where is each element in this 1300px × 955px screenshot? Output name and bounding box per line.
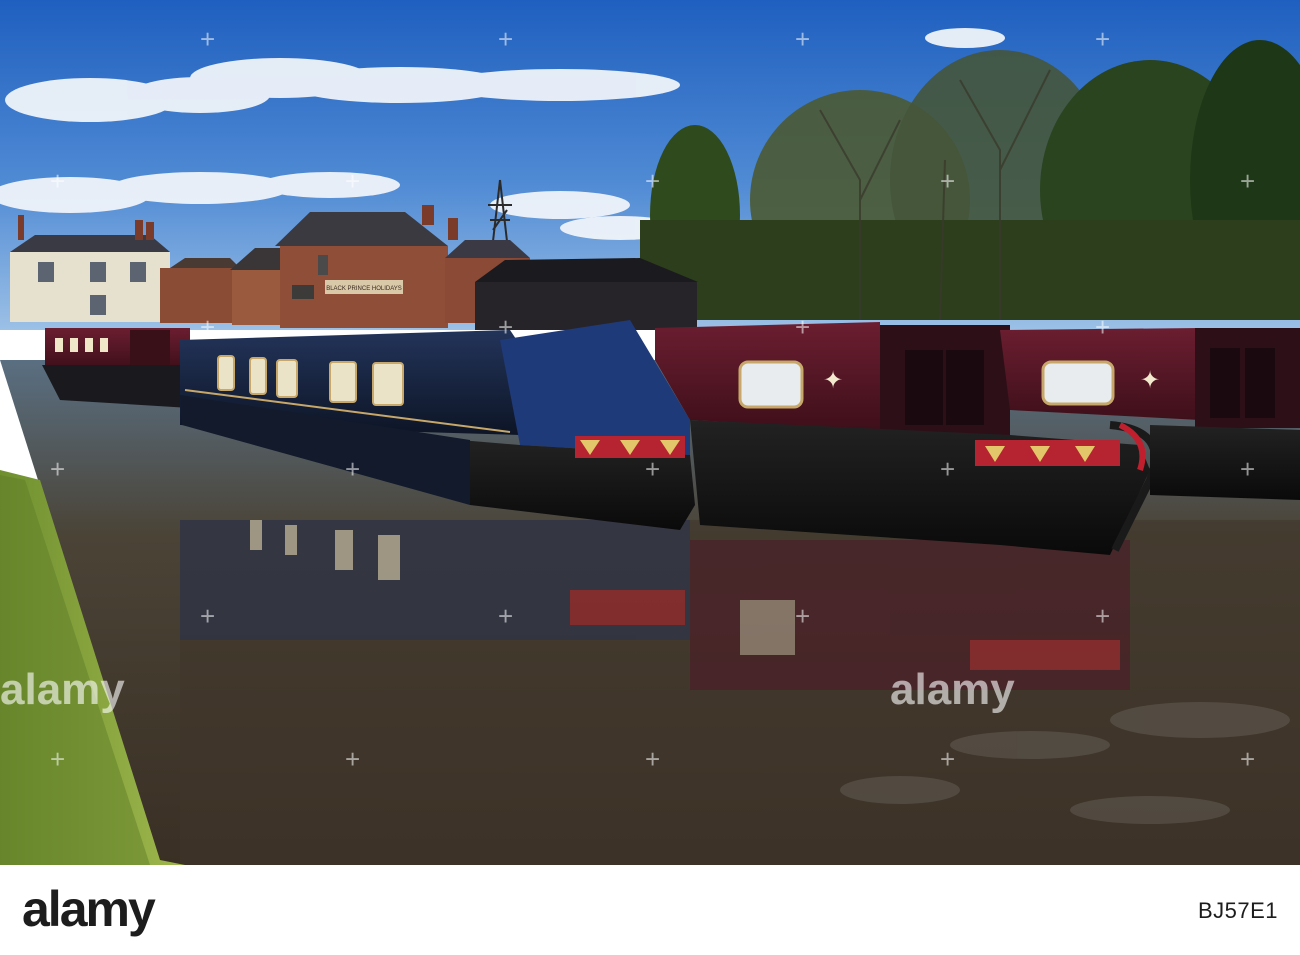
svg-text:✦: ✦ [1140, 367, 1160, 394]
watermark-plus: + [1095, 312, 1110, 342]
image-id: BJ57E1 [1197, 898, 1278, 923]
footer-bar [0, 865, 1300, 955]
watermark-plus: + [795, 24, 810, 54]
watermark-plus: + [645, 166, 660, 196]
watermark-plus: + [940, 744, 955, 774]
alamy-logo-text: alamy [22, 881, 156, 937]
watermark-plus: + [1095, 24, 1110, 54]
canal-photo: BLACK PRINCE HOLIDAYS ✦ ✦ + + + + + + + … [0, 0, 1300, 865]
watermark-plus: + [645, 744, 660, 774]
watermark-plus: + [345, 454, 360, 484]
building-sign: BLACK PRINCE HOLIDAYS [326, 286, 402, 292]
watermark-plus: + [345, 744, 360, 774]
watermark-logo: alamy [0, 665, 125, 714]
watermark-plus: + [1240, 744, 1255, 774]
watermark-plus: + [200, 24, 215, 54]
watermark-plus: + [795, 601, 810, 631]
watermark-plus: + [1095, 601, 1110, 631]
watermark-plus: + [50, 454, 65, 484]
watermark-plus: + [645, 454, 660, 484]
watermark-plus: + [50, 166, 65, 196]
watermark-plus: + [1240, 454, 1255, 484]
watermark-plus: + [200, 601, 215, 631]
watermark-logo: alamy [890, 665, 1015, 714]
watermark-plus: + [345, 166, 360, 196]
watermark-plus: + [795, 312, 810, 342]
far-narrowboat [42, 328, 195, 408]
watermark-plus: + [498, 24, 513, 54]
stock-photo-page: BLACK PRINCE HOLIDAYS ✦ ✦ + + + + + + + … [0, 0, 1300, 955]
watermark-plus: + [498, 601, 513, 631]
alamy-logo: alamy [22, 881, 158, 937]
watermark-plus: + [498, 312, 513, 342]
watermark-plus: + [50, 744, 65, 774]
watermark-plus: + [940, 454, 955, 484]
watermark-plus: + [940, 166, 955, 196]
svg-text:✦: ✦ [823, 367, 843, 394]
watermark-plus: + [1240, 166, 1255, 196]
watermark-plus: + [200, 312, 215, 342]
